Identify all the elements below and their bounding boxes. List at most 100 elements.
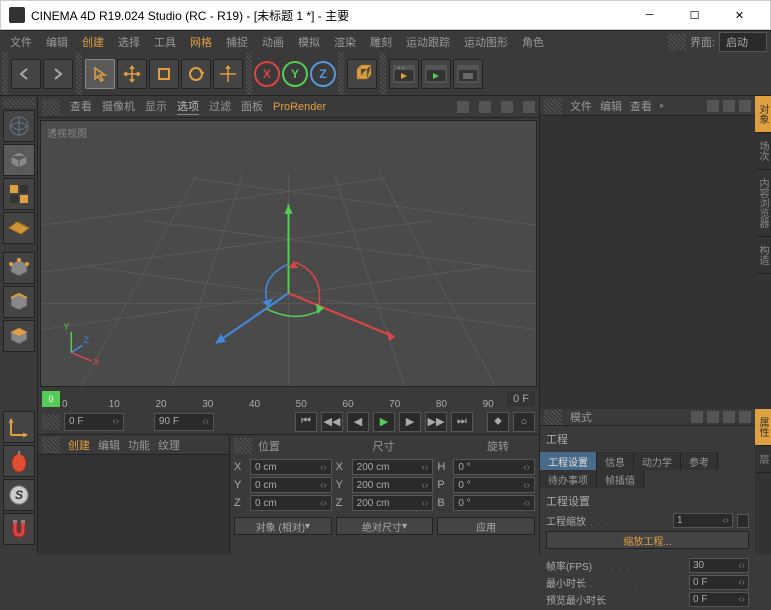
- menu-工具[interactable]: 工具: [148, 32, 182, 52]
- play-button[interactable]: ▶: [373, 412, 395, 432]
- mat-menu-编辑[interactable]: 编辑: [98, 437, 120, 453]
- size-mode-select[interactable]: 绝对尺寸 ▾: [336, 517, 434, 535]
- axis-tool[interactable]: [3, 411, 35, 443]
- viewport[interactable]: 透视视图: [40, 120, 537, 387]
- tab-project-settings[interactable]: 工程设置: [540, 452, 597, 470]
- snap-tool[interactable]: S: [3, 479, 35, 511]
- rot-P-input[interactable]: 0 °‹›: [453, 477, 535, 493]
- magnet-tool[interactable]: [3, 513, 35, 545]
- model-mode-button[interactable]: [3, 144, 35, 176]
- mat-menu-功能[interactable]: 功能: [128, 437, 150, 453]
- tab-dynamics[interactable]: 动力学: [634, 452, 681, 470]
- tab-interp[interactable]: 帧插值: [597, 470, 644, 488]
- pos-X-input[interactable]: 0 cm‹›: [250, 459, 332, 475]
- menu-创建[interactable]: 创建: [76, 32, 110, 52]
- tab-objects[interactable]: 对象: [755, 96, 771, 133]
- next-key-button[interactable]: ▶▶: [425, 412, 447, 432]
- menu-雕刻[interactable]: 雕刻: [364, 32, 398, 52]
- vp-menu-显示[interactable]: 显示: [145, 98, 167, 115]
- coord-system-button[interactable]: [347, 59, 377, 89]
- pos-Y-input[interactable]: 0 cm‹›: [250, 477, 332, 493]
- fwd-icon[interactable]: [707, 411, 719, 423]
- project-scale-input[interactable]: 1‹›: [673, 513, 733, 528]
- view-icon[interactable]: [739, 100, 751, 112]
- timeline-marker[interactable]: 0: [42, 391, 60, 407]
- menu-网格[interactable]: 网格: [184, 32, 218, 52]
- scale-tool[interactable]: [149, 59, 179, 89]
- next-frame-button[interactable]: ▶: [399, 412, 421, 432]
- y-axis-toggle[interactable]: Y: [282, 61, 308, 87]
- vp-menu-查看[interactable]: 查看: [70, 98, 92, 115]
- tab-browser[interactable]: 内容浏览器: [755, 170, 771, 237]
- apply-button[interactable]: 应用: [437, 517, 535, 535]
- menu-运动跟踪[interactable]: 运动跟踪: [400, 32, 456, 52]
- menu-渲染[interactable]: 渲染: [328, 32, 362, 52]
- frame-end-input[interactable]: 90 F‹›: [154, 413, 214, 431]
- menu-动画[interactable]: 动画: [256, 32, 290, 52]
- vp-nav-icon[interactable]: [523, 101, 535, 113]
- edge-mode-button[interactable]: [3, 286, 35, 318]
- back-icon[interactable]: [691, 411, 703, 423]
- texture-mode-button[interactable]: [3, 178, 35, 210]
- attr-mode-menu[interactable]: 模式: [570, 409, 592, 425]
- obj-menu-编辑[interactable]: 编辑: [600, 98, 622, 114]
- select-tool[interactable]: [85, 59, 115, 89]
- tab-reference[interactable]: 参考: [681, 452, 718, 470]
- tab-takes[interactable]: 场次: [755, 133, 771, 170]
- vp-menu-选项[interactable]: 选项: [177, 98, 199, 115]
- fps-input[interactable]: 30‹›: [689, 558, 749, 573]
- obj-menu-文件[interactable]: 文件: [570, 98, 592, 114]
- layout-select[interactable]: 启动: [719, 32, 767, 52]
- menu-捕捉[interactable]: 捕捉: [220, 32, 254, 52]
- material-manager[interactable]: [38, 455, 229, 554]
- last-tool[interactable]: [213, 59, 243, 89]
- tab-todo[interactable]: 待办事项: [540, 470, 597, 488]
- obj-menu-查看[interactable]: 查看: [630, 98, 652, 114]
- minimize-button[interactable]: ─: [627, 1, 672, 29]
- min-time-input[interactable]: 0 F‹›: [689, 575, 749, 590]
- mat-menu-创建[interactable]: 创建: [68, 437, 90, 453]
- menu-编辑[interactable]: 编辑: [40, 32, 74, 52]
- rot-B-input[interactable]: 0 °‹›: [453, 495, 535, 511]
- pos-Z-input[interactable]: 0 cm‹›: [250, 495, 332, 511]
- vp-menu-摄像机[interactable]: 摄像机: [102, 98, 135, 115]
- search-icon[interactable]: [707, 100, 719, 112]
- rot-H-input[interactable]: 0 °‹›: [453, 459, 535, 475]
- tab-info[interactable]: 信息: [597, 452, 634, 470]
- unit-select[interactable]: [737, 514, 749, 528]
- maximize-button[interactable]: ☐: [672, 1, 717, 29]
- mat-menu-纹理[interactable]: 纹理: [158, 437, 180, 453]
- menu-角色[interactable]: 角色: [516, 32, 550, 52]
- tab-layers[interactable]: 层: [755, 446, 771, 473]
- make-editable-button[interactable]: [3, 110, 35, 142]
- vp-menu-面板[interactable]: 面板: [241, 98, 263, 115]
- close-button[interactable]: ✕: [717, 1, 762, 29]
- lock-icon[interactable]: [739, 411, 751, 423]
- prorender-menu[interactable]: ProRender: [273, 101, 326, 113]
- prev-frame-button[interactable]: ◀: [347, 412, 369, 432]
- menu-文件[interactable]: 文件: [4, 32, 38, 52]
- polygon-mode-button[interactable]: [3, 320, 35, 352]
- goto-start-button[interactable]: ⏮: [295, 412, 317, 432]
- vp-nav-icon[interactable]: [501, 101, 513, 113]
- tweak-tool[interactable]: [3, 445, 35, 477]
- size-X-input[interactable]: 200 cm‹›: [352, 459, 434, 475]
- move-tool[interactable]: [117, 59, 147, 89]
- scale-project-button[interactable]: 缩放工程...: [546, 531, 749, 549]
- filter-icon[interactable]: [723, 100, 735, 112]
- rotate-tool[interactable]: [181, 59, 211, 89]
- workplane-button[interactable]: [3, 212, 35, 244]
- menu-选择[interactable]: 选择: [112, 32, 146, 52]
- goto-end-button[interactable]: ⏭: [451, 412, 473, 432]
- record-button[interactable]: ⬥: [487, 412, 509, 432]
- autokey-button[interactable]: ○: [513, 412, 535, 432]
- point-mode-button[interactable]: [3, 252, 35, 284]
- frame-start-input[interactable]: 0 F‹›: [64, 413, 124, 431]
- preview-min-input[interactable]: 0 F‹›: [689, 592, 749, 607]
- prev-key-button[interactable]: ◀◀: [321, 412, 343, 432]
- vp-menu-过滤[interactable]: 过滤: [209, 98, 231, 115]
- redo-button[interactable]: [43, 59, 73, 89]
- menu-模拟[interactable]: 模拟: [292, 32, 326, 52]
- size-Z-input[interactable]: 200 cm‹›: [352, 495, 434, 511]
- menu-运动图形[interactable]: 运动图形: [458, 32, 514, 52]
